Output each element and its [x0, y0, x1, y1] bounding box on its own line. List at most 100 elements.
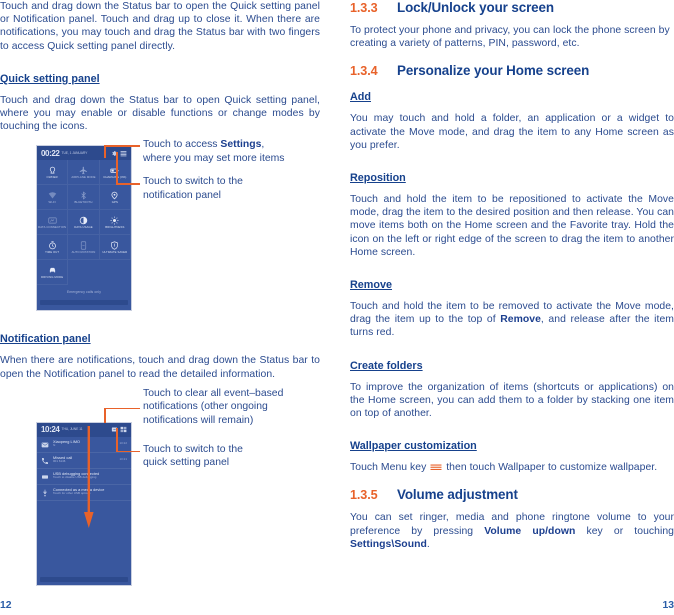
create-folders-heading: Create folders: [350, 359, 423, 372]
menu-key-icon: [430, 464, 442, 471]
callout-clear-line2: notifications (other ongoing: [143, 401, 268, 413]
quick-tile-owner[interactable]: OWNER: [37, 160, 69, 186]
status-bar-date: TUE, 1 JANUARY: [61, 150, 88, 155]
remove-heading-wrap: Remove: [350, 268, 674, 300]
reposition-heading-wrap: Reposition: [350, 161, 674, 193]
driving-mode-icon: [49, 267, 55, 273]
vol-text-c: .: [426, 538, 430, 550]
leader-line-settings-horizontal: [104, 145, 140, 148]
callout-settings: Touch to access Settings, where you may …: [143, 138, 333, 165]
callout-settings-bold: Settings: [220, 139, 262, 151]
quick-tile-data-connection[interactable]: DATA CONNECTION: [37, 210, 69, 236]
manual-page-spread: Touch and drag down the Status bar to op…: [0, 0, 674, 615]
owner-icon: [49, 166, 55, 174]
leader-line-switch-vertical: [116, 152, 118, 185]
quick-tile-ultimate-saver[interactable]: ULTIMATE SAVER: [99, 235, 131, 261]
leader-line-switch-horizontal: [116, 183, 140, 186]
wifi-icon: [48, 191, 56, 199]
quick-tile-data-usage[interactable]: DATA USAGE: [68, 210, 100, 236]
callout-switch-notif-line1: Touch to switch to the: [143, 176, 243, 188]
section-number: 1.3.3: [350, 1, 378, 15]
quick-tile-label: GPS: [111, 199, 118, 204]
status-bar-date: THU, JUNE 11: [61, 427, 83, 432]
add-heading: Add: [350, 91, 371, 104]
wallpaper-text-b: then touch Wallpaper to customize wallpa…: [443, 462, 658, 474]
gps-icon: [111, 191, 118, 200]
quick-tile-gps[interactable]: GPS: [99, 185, 131, 211]
remove-paragraph: Touch and hold the item to be removed to…: [350, 300, 674, 340]
wallpaper-paragraph: Touch Menu key then touch Wallpaper to c…: [350, 461, 674, 474]
data-connection-icon: [48, 217, 57, 224]
callout-settings-line1: Touch to access: [143, 139, 221, 151]
auto-rotation-icon: [80, 241, 87, 250]
timeout-icon: [48, 241, 56, 250]
brightness-icon: [110, 216, 119, 225]
leader-line-settings-vertical: [104, 145, 106, 159]
section-heading-133: 1.3.3 Lock/Unlock your screen: [350, 0, 674, 15]
airplane-icon: [79, 166, 87, 175]
quick-tile-wifi[interactable]: WI-FI: [37, 185, 69, 211]
page-number-right: 13: [662, 600, 674, 611]
panel-drag-handle[interactable]: [40, 300, 128, 306]
panel-drag-handle[interactable]: [40, 576, 128, 582]
wallpaper-customization-heading: Wallpaper customization: [350, 440, 477, 453]
section-number: 1.3.4: [350, 64, 378, 79]
callout-switch-notification: Touch to switch to the notification pane…: [143, 175, 333, 202]
wallpaper-heading-wrap: Wallpaper customization: [350, 429, 674, 461]
quick-tile-brightness[interactable]: BRIGHTNESS: [99, 210, 131, 236]
vol-text-b: key or touching: [575, 525, 674, 537]
section-135-paragraph: You can set ringer, media and phone ring…: [350, 511, 674, 551]
callout-switch-notif-line2: notification panel: [143, 189, 221, 201]
callout-settings-line2: where you may set more items: [143, 152, 285, 164]
intro-paragraph: Touch and drag down the Status bar to op…: [0, 1, 320, 52]
add-paragraph: You may touch and hold a folder, an appl…: [350, 113, 674, 151]
usb-plug-icon: [43, 489, 47, 497]
status-bar-time: 00:22: [41, 148, 60, 158]
section-title: Volume adjustment: [397, 487, 518, 503]
left-page-column: Touch and drag down the Status bar to op…: [0, 0, 337, 615]
quick-tile-time-out[interactable]: TIME OUT: [37, 235, 69, 261]
quick-tile-label: OWNER: [46, 174, 58, 179]
quick-tile-label: ULTIMATE SAVER: [102, 249, 128, 254]
drag-down-arrow-icon: [84, 425, 94, 528]
section-133-paragraph: To protect your phone and privacy, you c…: [350, 25, 670, 50]
add-heading-wrap: Add: [350, 87, 674, 112]
quick-tile-label: CHARGING (0%): [103, 174, 127, 179]
quick-tile-label: AUTO ROTATION: [71, 249, 96, 254]
ultimate-saver-icon: [111, 241, 119, 250]
section-number: 1.3.5: [350, 488, 378, 503]
reposition-paragraph: Touch and hold the item to be reposition…: [350, 194, 674, 258]
section-heading-135: 1.3.5 Volume adjustment: [350, 487, 674, 502]
quick-tile-label: AIRPLANE MODE: [71, 174, 96, 179]
section-title: Personalize your Home screen: [397, 63, 590, 79]
notification-paragraph: When there are notifications, touch and …: [0, 355, 320, 380]
quick-tile-auto-rotation[interactable]: AUTO ROTATION: [68, 235, 100, 261]
emergency-calls-text: Emergency calls only: [66, 290, 102, 295]
data-usage-icon: [79, 216, 88, 225]
battery-icon: [110, 168, 119, 173]
callout-settings-tail: ,: [261, 139, 265, 151]
create-folders-heading-wrap: Create folders: [350, 349, 674, 381]
quick-tile-label: BLUETOOTH: [74, 199, 93, 204]
quick-settings-icon[interactable]: [120, 426, 127, 433]
quick-tile-bluetooth[interactable]: BLUETOOTH: [68, 185, 100, 211]
quick-setting-panel-heading: Quick setting panel: [0, 72, 100, 85]
quick-setting-figure: 00:22 TUE, 1 JANUARY OWNER AIRPLANE MODE…: [0, 139, 320, 322]
leader-line-clear-horizontal: [104, 407, 140, 410]
quick-setting-paragraph: Touch and drag down the Status bar to op…: [0, 94, 320, 133]
quick-tile-airplane-mode[interactable]: AIRPLANE MODE: [68, 160, 100, 186]
list-icon[interactable]: [120, 150, 127, 157]
callout-clear-notifications: Touch to clear all event–based notificat…: [143, 387, 338, 427]
phone-quick-setting-screenshot: 00:22 TUE, 1 JANUARY OWNER AIRPLANE MODE…: [36, 145, 132, 312]
quick-setting-heading-wrap: Quick setting panel: [0, 62, 320, 94]
notification-heading-wrap: Notification panel: [0, 322, 320, 354]
section-heading-134: 1.3.4 Personalize your Home screen: [350, 63, 674, 78]
quick-tile-driving-mode[interactable]: DRIVING MODE: [37, 260, 69, 286]
remove-heading: Remove: [350, 279, 393, 292]
callout-switch-quick-setting: Touch to switch to the quick setting pan…: [143, 443, 338, 470]
quick-tile-label: WI-FI: [48, 199, 56, 204]
notification-time: 10:21: [119, 456, 127, 461]
wallpaper-text-a: Touch Menu key: [350, 462, 430, 474]
vol-bold-2: Settings\: [350, 538, 395, 550]
quick-tile-label: DRIVING MODE: [41, 274, 64, 279]
